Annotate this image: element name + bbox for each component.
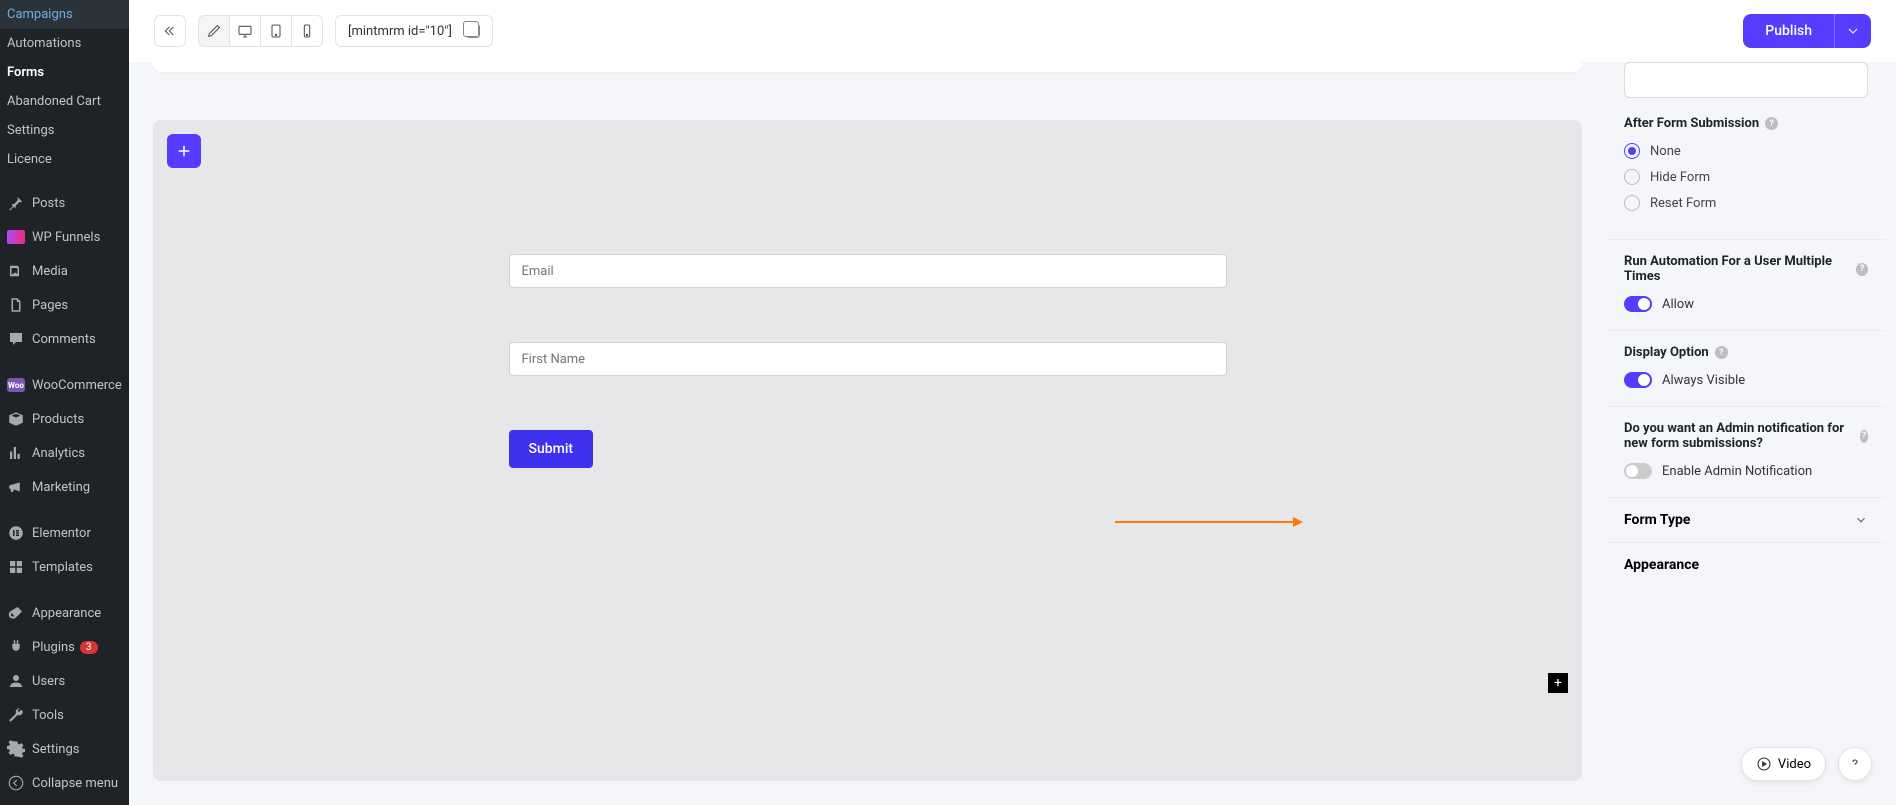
email-field[interactable] [509, 254, 1227, 288]
firstname-field[interactable] [509, 342, 1227, 376]
form-canvas[interactable]: Submit + [153, 120, 1582, 781]
copy-shortcode-button[interactable] [466, 24, 480, 38]
edit-mode-button[interactable] [198, 15, 230, 47]
sidebar-item-label: Media [32, 264, 68, 279]
mobile-view-button[interactable] [291, 15, 323, 47]
chart-icon [6, 443, 26, 463]
gear-icon [6, 739, 26, 759]
add-section-button[interactable]: + [1548, 673, 1568, 693]
help-icon[interactable]: ? [1860, 430, 1868, 443]
sidebar-item-plugins[interactable]: Plugins 3 [0, 630, 129, 664]
sidebar-item-label: Pages [32, 298, 68, 313]
plugin-update-badge: 3 [80, 641, 98, 654]
sidebar-item-marketing[interactable]: Marketing [0, 470, 129, 504]
sidebar-item-settings[interactable]: Settings [0, 732, 129, 766]
sidebar-item-label: WP Funnels [32, 230, 100, 245]
box-icon [6, 409, 26, 429]
shortcode-text: [mintmrm id="10"] [348, 24, 452, 39]
pin-icon [6, 193, 26, 213]
toggle-label: Enable Admin Notification [1662, 464, 1812, 479]
media-icon [6, 261, 26, 281]
help-icon[interactable]: ? [1765, 117, 1778, 130]
toggle-label: Allow [1662, 297, 1694, 312]
sidebar-item-label: Products [32, 412, 84, 427]
sidebar-item-label: Marketing [32, 480, 90, 495]
tablet-view-button[interactable] [260, 15, 292, 47]
wrench-icon [6, 705, 26, 725]
publish-dropdown[interactable] [1834, 14, 1871, 48]
sidebar-item-label: Users [32, 674, 65, 689]
sidebar-item-media[interactable]: Media [0, 254, 129, 288]
woocommerce-icon: Woo [6, 375, 26, 395]
sidebar-item-label: Comments [32, 332, 96, 347]
radio-hide-form[interactable]: Hide Form [1624, 169, 1868, 185]
sidebar-item-label: Analytics [32, 446, 85, 461]
brush-icon [6, 603, 26, 623]
help-icon[interactable]: ? [1715, 346, 1728, 359]
wpfunnels-icon [6, 227, 26, 247]
publish-button[interactable]: Publish [1743, 14, 1834, 48]
sidebar-item-label: Tools [32, 708, 64, 723]
desktop-view-button[interactable] [229, 15, 261, 47]
sidebar-item-tools[interactable]: Tools [0, 698, 129, 732]
radio-none[interactable]: None [1624, 143, 1868, 159]
sidebar-item-label: Appearance [32, 606, 101, 621]
collapse-icon [6, 773, 26, 793]
display-option-label: Display Option [1624, 345, 1709, 360]
help-icon[interactable]: ? [1856, 263, 1868, 276]
sidebar-item-comments[interactable]: Comments [0, 322, 129, 356]
sidebar-item-label: Collapse menu [32, 776, 118, 791]
templates-icon [6, 557, 26, 577]
comment-icon [6, 329, 26, 349]
form-type-accordion[interactable]: Form Type [1606, 498, 1886, 543]
display-option-toggle[interactable] [1624, 372, 1652, 388]
sidebar-item-wp-funnels[interactable]: WP Funnels [0, 220, 129, 254]
admin-notification-toggle[interactable] [1624, 463, 1652, 479]
sidebar-sub-settings[interactable]: Settings [0, 116, 129, 145]
header-strip [153, 62, 1582, 72]
sidebar-item-elementor[interactable]: Elementor [0, 516, 129, 550]
sidebar-item-products[interactable]: Products [0, 402, 129, 436]
toggle-label: Always Visible [1662, 373, 1745, 388]
sidebar-item-label: Settings [32, 742, 79, 757]
submit-button[interactable]: Submit [509, 430, 594, 468]
megaphone-icon [6, 477, 26, 497]
sidebar-sub-automations[interactable]: Automations [0, 29, 129, 58]
radio-reset-form[interactable]: Reset Form [1624, 195, 1868, 211]
sidebar-item-woocommerce[interactable]: Woo WooCommerce [0, 368, 129, 402]
sidebar-collapse[interactable]: Collapse menu [0, 766, 129, 800]
after-submission-label: After Form Submission [1624, 116, 1759, 131]
help-button[interactable] [1838, 747, 1872, 781]
sidebar-item-label: Plugins [32, 640, 75, 655]
run-automation-toggle[interactable] [1624, 296, 1652, 312]
sidebar-sub-campaigns[interactable]: Campaigns [0, 0, 129, 29]
sidebar-item-pages[interactable]: Pages [0, 288, 129, 322]
video-help-button[interactable]: Video [1741, 747, 1826, 781]
run-automation-label: Run Automation For a User Multiple Times [1624, 254, 1850, 284]
back-button[interactable] [154, 15, 186, 47]
sidebar-item-analytics[interactable]: Analytics [0, 436, 129, 470]
admin-notification-label: Do you want an Admin notification for ne… [1624, 421, 1854, 451]
sidebar-item-templates[interactable]: Templates [0, 550, 129, 584]
settings-text-input[interactable] [1624, 62, 1868, 98]
sidebar-item-users[interactable]: Users [0, 664, 129, 698]
annotation-arrow [1115, 521, 1295, 523]
appearance-accordion[interactable]: Appearance [1606, 543, 1886, 587]
sidebar-sub-licence[interactable]: Licence [0, 145, 129, 174]
sidebar-item-label: Elementor [32, 526, 91, 541]
user-icon [6, 671, 26, 691]
sidebar-item-label: WooCommerce [32, 378, 122, 393]
sidebar-item-label: Templates [32, 560, 93, 575]
sidebar-sub-abandoned-cart[interactable]: Abandoned Cart [0, 87, 129, 116]
sidebar-sub-forms[interactable]: Forms [0, 58, 129, 87]
elementor-icon [6, 523, 26, 543]
sidebar-item-appearance[interactable]: Appearance [0, 596, 129, 630]
plug-icon [6, 637, 26, 657]
add-block-button[interactable] [167, 134, 201, 168]
sidebar-item-posts[interactable]: Posts [0, 186, 129, 220]
page-icon [6, 295, 26, 315]
sidebar-item-label: Posts [32, 196, 65, 211]
